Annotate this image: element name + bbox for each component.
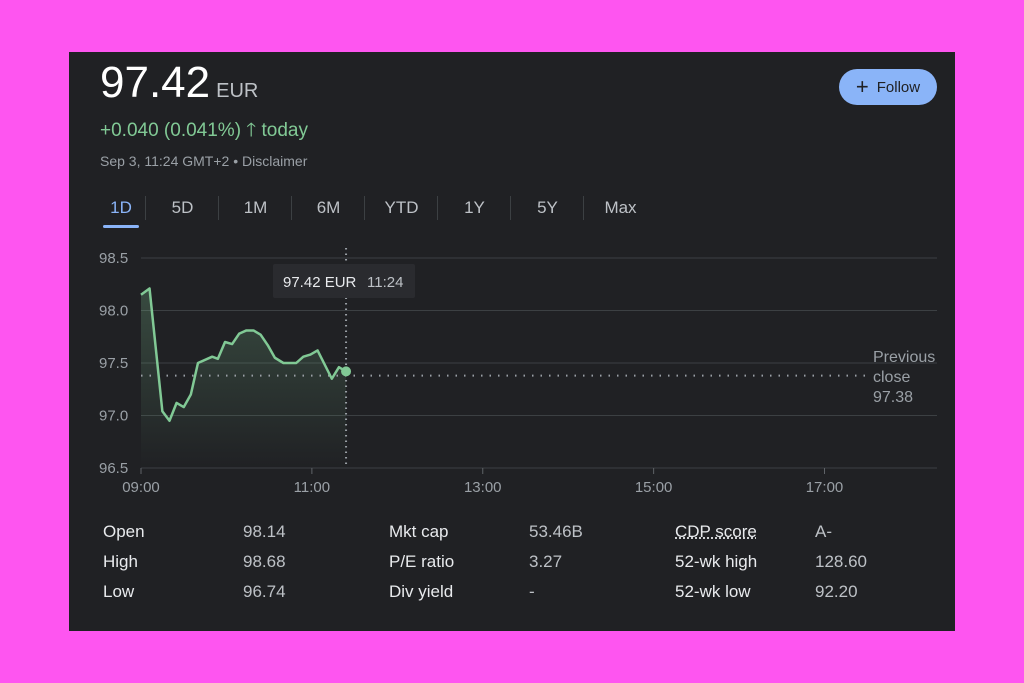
stat-value: 98.14 — [243, 522, 286, 541]
y-tick-label: 98.0 — [99, 303, 128, 320]
stat-label: Mkt cap — [389, 522, 449, 541]
x-tick-label: 13:00 — [464, 479, 502, 496]
previous-close-label: 97.38 — [873, 389, 913, 406]
stat-value: 96.74 — [243, 582, 286, 601]
previous-close-label: close — [873, 369, 910, 386]
tooltip-time: 11:24 — [367, 274, 403, 291]
y-tick-label: 97.0 — [99, 408, 128, 425]
stock-card: 97.42 EUR +0.040 (0.041%) 🡑 today Sep 3, … — [69, 52, 955, 631]
stat-value: 3.27 — [529, 552, 563, 571]
stat-52-wk-high: 52-wk high 128.60 — [675, 552, 875, 582]
previous-close-label: Previous — [873, 349, 935, 366]
stat-cdp-score: CDP score A- — [675, 522, 875, 552]
x-tick-label: 11:00 — [294, 479, 330, 496]
stat-label: 52-wk low — [675, 582, 751, 601]
stat-value: A- — [815, 522, 832, 541]
stat-value: 98.68 — [243, 552, 286, 571]
stat-value: 128.60 — [815, 552, 867, 571]
x-tick-label: 09:00 — [122, 479, 160, 496]
stat-value: - — [529, 582, 535, 601]
price-area — [141, 288, 347, 468]
y-tick-label: 97.5 — [99, 355, 128, 372]
stat-div-yield: Div yield - — [389, 582, 589, 612]
stat-label: Div yield — [389, 582, 454, 601]
stat-label: P/E ratio — [389, 552, 455, 571]
stat-high: High 98.68 — [103, 552, 303, 582]
stat-label: Low — [103, 582, 135, 601]
stat-p-e-ratio: P/E ratio 3.27 — [389, 552, 589, 582]
stat-mkt-cap: Mkt cap 53.46B — [389, 522, 589, 552]
current-point-marker — [341, 366, 352, 377]
stat-low: Low 96.74 — [103, 582, 303, 612]
stat-value: 92.20 — [815, 582, 858, 601]
stat-label: CDP score — [675, 522, 757, 541]
y-tick-label: 96.5 — [99, 460, 128, 477]
stat-label: Open — [103, 522, 145, 541]
x-tick-label: 15:00 — [635, 479, 673, 496]
stat-value: 53.46B — [529, 522, 583, 541]
tooltip-price: 97.42 EUR — [283, 274, 357, 291]
y-tick-label: 98.5 — [99, 250, 128, 267]
stat-label: 52-wk high — [675, 552, 758, 571]
x-tick-label: 17:00 — [806, 479, 844, 496]
stat-open: Open 98.14 — [103, 522, 303, 552]
stat-52-wk-low: 52-wk low 92.20 — [675, 582, 875, 612]
price-chart[interactable]: 96.5 97.0 97.5 98.0 98.5 09:00 11:00 13:00 15:00… — [69, 52, 955, 502]
stat-label: High — [103, 552, 138, 571]
